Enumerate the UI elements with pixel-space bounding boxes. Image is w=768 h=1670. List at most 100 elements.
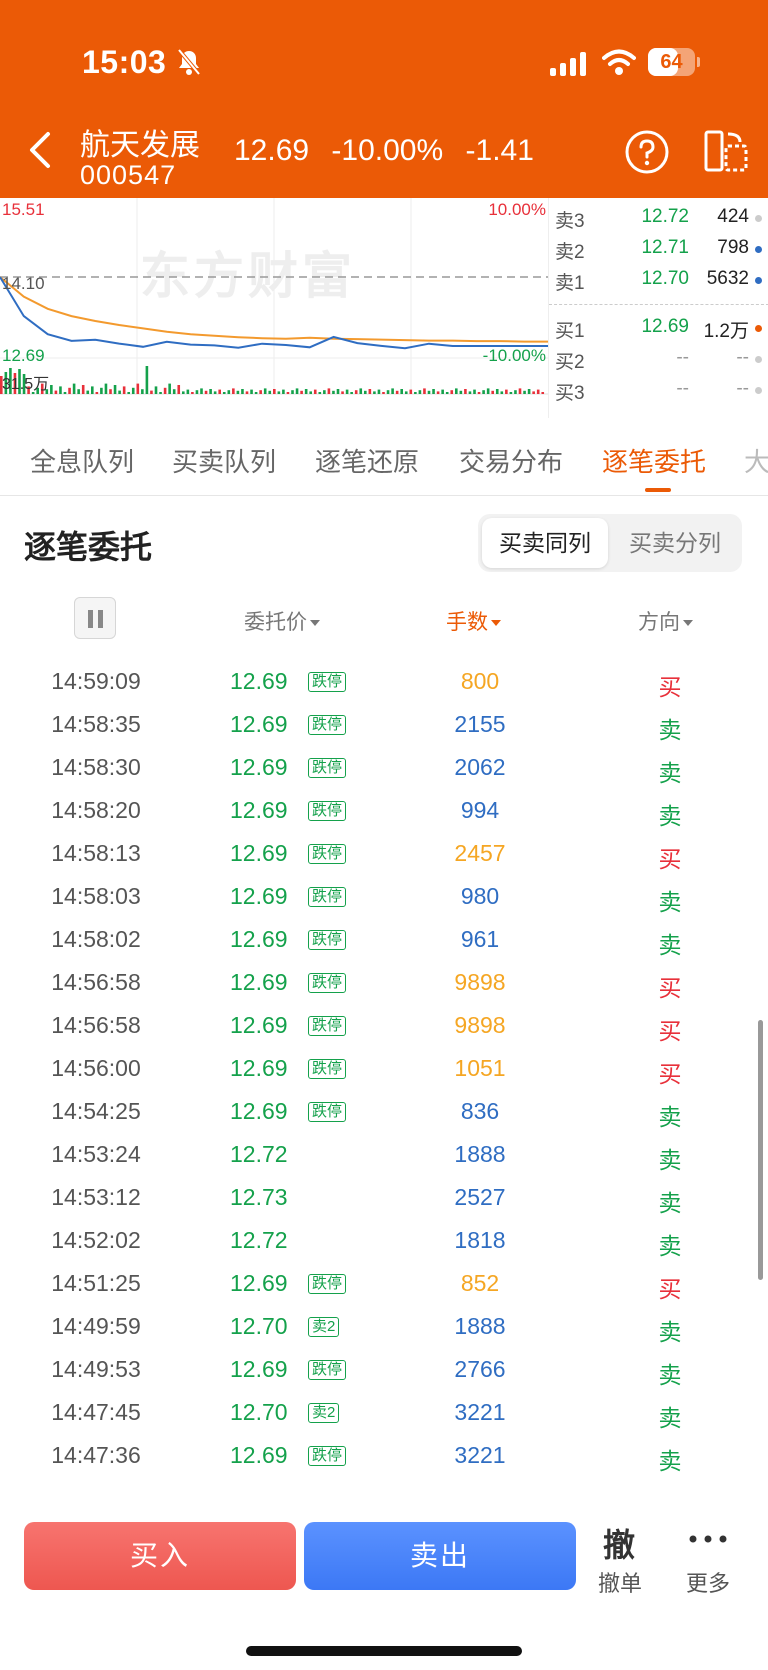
header-direction[interactable]: 方向 xyxy=(638,606,693,636)
cancel-order-icon[interactable]: 撤 xyxy=(596,1520,642,1566)
tab-more-cut[interactable]: 大 xyxy=(744,442,768,479)
volume-bar xyxy=(509,392,513,394)
battery-indicator: 64 xyxy=(648,48,700,76)
battery-level: 64 xyxy=(660,51,683,73)
pause-button[interactable] xyxy=(74,597,116,639)
tab-bid-ask-queue[interactable]: 买卖队列 xyxy=(172,442,276,479)
volume-bar xyxy=(445,392,449,394)
row-price: 12.69 xyxy=(230,1012,288,1038)
tick-order-list[interactable]: 14:59:09 12.69 跌停 800 买 14:58:35 12.69 跌停 2155 卖 1… xyxy=(0,660,768,1508)
table-row[interactable]: 14:49:53 12.69 跌停 2766 卖 xyxy=(0,1348,768,1394)
table-row[interactable]: 14:58:30 12.69 跌停 2062 卖 xyxy=(0,746,768,792)
table-row[interactable]: 14:53:12 12.73 2527 卖 xyxy=(0,1176,768,1222)
ask-row[interactable]: 卖2 12.71 798 xyxy=(549,233,768,265)
sell-button[interactable]: 卖出 xyxy=(304,1522,576,1590)
bid-price: 12.69 xyxy=(641,316,689,337)
row-price: 12.70 xyxy=(230,1313,288,1339)
volume-bar xyxy=(131,387,135,394)
table-row[interactable]: 14:58:13 12.69 跌停 2457 买 xyxy=(0,832,768,878)
volume-bar xyxy=(373,391,376,394)
tab-tick-restore[interactable]: 逐笔还原 xyxy=(315,442,419,479)
table-row[interactable]: 14:52:02 12.72 1818 卖 xyxy=(0,1219,768,1265)
bid-dot-icon xyxy=(755,387,762,394)
volume-bar xyxy=(336,389,340,394)
row-tag: 跌停 xyxy=(308,1446,347,1466)
table-row[interactable]: 14:49:59 12.70 卖2 1888 卖 xyxy=(0,1305,768,1351)
bid-row[interactable]: 买1 12.69 1.2万 xyxy=(549,312,768,344)
table-row[interactable]: 14:54:25 12.69 跌停 836 卖 xyxy=(0,1090,768,1136)
table-row[interactable]: 14:56:58 12.69 跌停 9898 买 xyxy=(0,1004,768,1050)
intraday-chart[interactable]: 东方财富 15.51 10.00% 14.10 12.69 -10.00% 31… xyxy=(0,198,548,418)
row-tag: 跌停 xyxy=(308,1016,347,1036)
change-amount: -1.41 xyxy=(465,134,534,167)
table-row[interactable]: 14:47:45 12.70 卖2 3221 卖 xyxy=(0,1391,768,1437)
order-book: 卖3 12.72 424 卖2 12.71 798 卖1 12.70 5632 买1 12.69 1… xyxy=(548,198,768,418)
row-volume: 9898 xyxy=(454,969,506,995)
row-price: 12.69 xyxy=(230,1098,288,1124)
volume-bar xyxy=(50,385,53,394)
volume-bar xyxy=(500,391,504,394)
volume-bar xyxy=(359,388,363,394)
row-direction: 卖 xyxy=(658,1190,682,1216)
ask-row[interactable]: 卖1 12.70 5632 xyxy=(549,264,768,296)
volume-bar xyxy=(232,388,235,394)
volume-bar xyxy=(395,390,399,394)
volume-bar xyxy=(54,390,58,394)
quote-summary: 12.69 -10.00% -1.41 xyxy=(234,134,548,168)
header-order-price[interactable]: 委托价 xyxy=(244,606,320,636)
bid-volume: -- xyxy=(736,347,749,368)
row-direction: 卖 xyxy=(658,1319,682,1345)
more-dots-icon[interactable] xyxy=(688,1534,728,1544)
buy-button[interactable]: 买入 xyxy=(24,1522,296,1590)
volume-bar xyxy=(436,391,440,394)
chart-low-label: 12.69 xyxy=(2,346,45,365)
back-arrow-icon[interactable] xyxy=(26,128,56,172)
tab-full-queue[interactable]: 全息队列 xyxy=(30,442,134,479)
ask-dot-icon xyxy=(755,277,762,284)
row-time: 14:59:09 xyxy=(51,668,141,694)
table-row[interactable]: 14:47:36 12.69 跌停 3221 卖 xyxy=(0,1434,768,1480)
volume-bar xyxy=(277,391,281,394)
table-row[interactable]: 14:56:58 12.69 跌停 9898 买 xyxy=(0,961,768,1007)
more-label[interactable]: 更多 xyxy=(680,1566,736,1598)
tab-tick-orders[interactable]: 逐笔委托 xyxy=(602,442,706,479)
tab-trade-distribution[interactable]: 交易分布 xyxy=(459,442,563,479)
row-direction: 卖 xyxy=(658,1362,682,1388)
ask-volume: 424 xyxy=(717,206,749,227)
volume-bar xyxy=(200,388,203,394)
row-price: 12.69 xyxy=(230,711,288,737)
table-row[interactable]: 14:58:35 12.69 跌停 2155 卖 xyxy=(0,703,768,749)
volume-bar xyxy=(286,392,290,394)
volume-bar xyxy=(104,383,108,394)
row-volume: 2527 xyxy=(454,1184,506,1210)
help-icon[interactable] xyxy=(624,129,670,175)
bid-row[interactable]: 买2 -- -- xyxy=(549,343,768,375)
cancel-order-label[interactable]: 撤单 xyxy=(590,1566,650,1598)
table-row[interactable]: 14:56:00 12.69 跌停 1051 买 xyxy=(0,1047,768,1093)
landscape-switch-icon[interactable] xyxy=(702,128,750,176)
toggle-split-column[interactable]: 买卖分列 xyxy=(612,518,738,568)
toggle-same-column[interactable]: 买卖同列 xyxy=(482,518,608,568)
row-price: 12.69 xyxy=(230,1055,288,1081)
volume-bar xyxy=(236,390,240,394)
volume-bar xyxy=(414,392,417,394)
bid-price: -- xyxy=(676,347,689,368)
volume-bar xyxy=(100,387,103,394)
volume-bar xyxy=(81,385,85,394)
bid-row[interactable]: 买3 -- -- xyxy=(549,374,768,406)
row-tag: 跌停 xyxy=(308,758,347,778)
table-row[interactable]: 14:53:24 12.72 1888 卖 xyxy=(0,1133,768,1179)
table-row[interactable]: 14:51:25 12.69 跌停 852 买 xyxy=(0,1262,768,1308)
volume-bar xyxy=(254,392,258,394)
header-volume[interactable]: 手数 xyxy=(446,606,501,636)
ask-row[interactable]: 卖3 12.72 424 xyxy=(549,202,768,234)
table-row[interactable]: 14:58:03 12.69 跌停 980 卖 xyxy=(0,875,768,921)
table-row[interactable]: 14:58:02 12.69 跌停 961 卖 xyxy=(0,918,768,964)
header: 15:03 64 航天发展 000547 12.69 -10.00% -1.41 xyxy=(0,0,768,198)
table-row[interactable]: 14:58:20 12.69 跌停 994 卖 xyxy=(0,789,768,835)
list-scrollbar[interactable] xyxy=(758,1020,763,1280)
table-row[interactable]: 14:59:09 12.69 跌停 800 买 xyxy=(0,660,768,706)
row-volume: 1818 xyxy=(454,1227,506,1253)
row-volume: 2062 xyxy=(454,754,506,780)
volume-bar xyxy=(313,389,317,394)
